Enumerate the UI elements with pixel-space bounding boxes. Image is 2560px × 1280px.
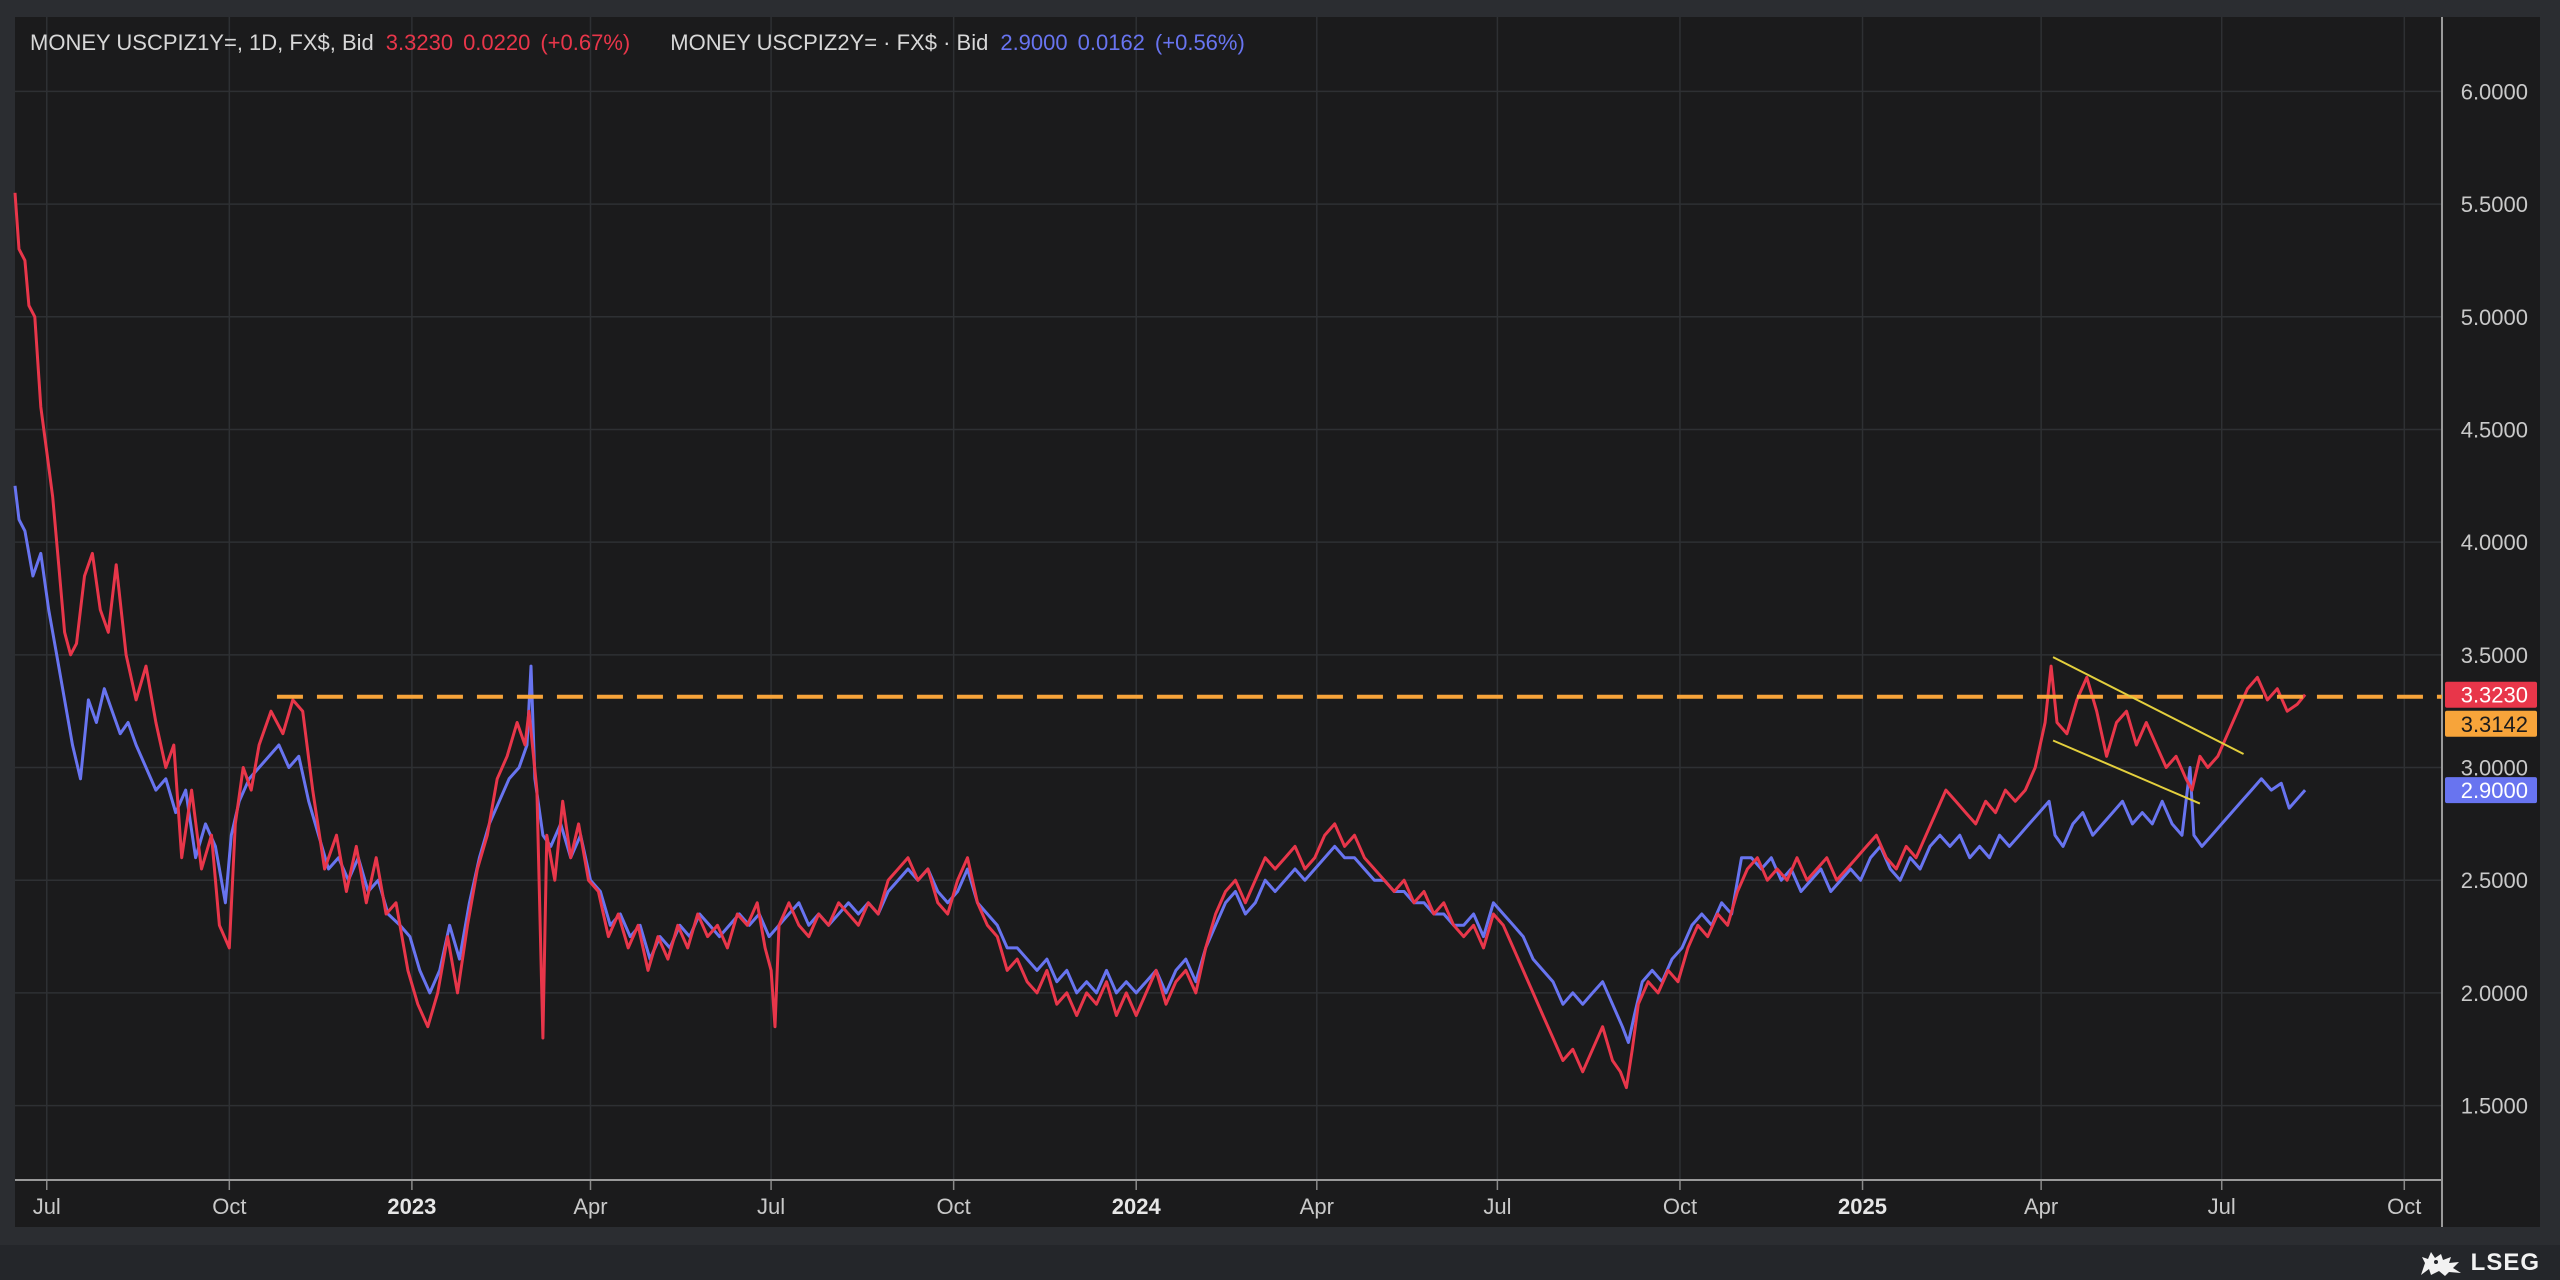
price-label-series-1-text: 3.3230 [2461, 683, 2528, 708]
legend-series-1-change: 0.0220 [463, 30, 531, 55]
y-tick-label-8: 5.5000 [2461, 192, 2528, 217]
x-tick-label-8: Jul [1483, 1194, 1511, 1219]
y-tick-label-2: 2.5000 [2461, 868, 2528, 893]
x-tick-label-1: Oct [212, 1194, 246, 1219]
legend-series-2-last: 2.9000 [1000, 30, 1068, 55]
legend-series-2-change: 0.0162 [1077, 30, 1145, 55]
x-tick-label-3: Apr [573, 1194, 607, 1219]
x-tick-label-7: Apr [1300, 1194, 1334, 1219]
x-tick-label-9: Oct [1663, 1194, 1697, 1219]
x-tick-label-10: 2025 [1838, 1194, 1887, 1219]
x-tick-label-6: 2024 [1112, 1194, 1162, 1219]
price-label-level-text: 3.3142 [2461, 712, 2528, 737]
brand-logo: LSEG [2419, 1247, 2540, 1279]
legend-series-1-last: 3.3230 [385, 30, 454, 55]
footer-bar [0, 1245, 2560, 1280]
y-tick-label-9: 6.0000 [2461, 79, 2528, 104]
y-tick-label-5: 4.0000 [2461, 530, 2528, 555]
x-tick-label-0: Jul [33, 1194, 61, 1219]
legend-series-1-title: MONEY USCPIZ1Y=, 1D, FX$, Bid [30, 30, 374, 55]
y-tick-label-4: 3.5000 [2461, 643, 2528, 668]
x-tick-label-12: Jul [2208, 1194, 2236, 1219]
legend-series-2[interactable]: MONEY USCPIZ2Y= · FX$ · Bid 2.9000 0.016… [670, 30, 1255, 56]
y-tick-label-0: 1.5000 [2461, 1094, 2528, 1119]
price-chart[interactable]: 1.5000 2.0000 2.5000 3.0000 3.5000 4.0000 4.50… [0, 0, 2560, 1280]
legend-series-1[interactable]: MONEY USCPIZ1Y=, 1D, FX$, Bid 3.3230 0.0… [30, 30, 640, 56]
x-tick-label-4: Jul [757, 1194, 785, 1219]
y-tick-label-1: 2.0000 [2461, 981, 2528, 1006]
plot-background [15, 17, 2540, 1227]
legend-series-2-title: MONEY USCPIZ2Y= · FX$ · Bid [670, 30, 989, 55]
x-tick-label-11: Apr [2024, 1194, 2058, 1219]
legend-series-1-percent: (+0.67%) [540, 30, 631, 55]
legend: MONEY USCPIZ1Y=, 1D, FX$, Bid 3.3230 0.0… [30, 28, 1285, 58]
x-tick-label-2: 2023 [387, 1194, 436, 1219]
y-tick-label-7: 5.0000 [2461, 305, 2528, 330]
y-tick-label-3: 3.0000 [2461, 756, 2528, 781]
chart-window: 1.5000 2.0000 2.5000 3.0000 3.5000 4.0000 4.50… [0, 0, 2560, 1280]
y-tick-label-6: 4.5000 [2461, 417, 2528, 442]
brand-name: LSEG [2470, 1249, 2540, 1276]
x-tick-label-5: Oct [937, 1194, 971, 1219]
x-tick-label-13: Oct [2387, 1194, 2421, 1219]
lseg-lion-icon [2420, 1252, 2461, 1276]
price-label-series-2-text: 2.9000 [2461, 778, 2528, 803]
legend-series-2-percent: (+0.56%) [1154, 30, 1245, 55]
